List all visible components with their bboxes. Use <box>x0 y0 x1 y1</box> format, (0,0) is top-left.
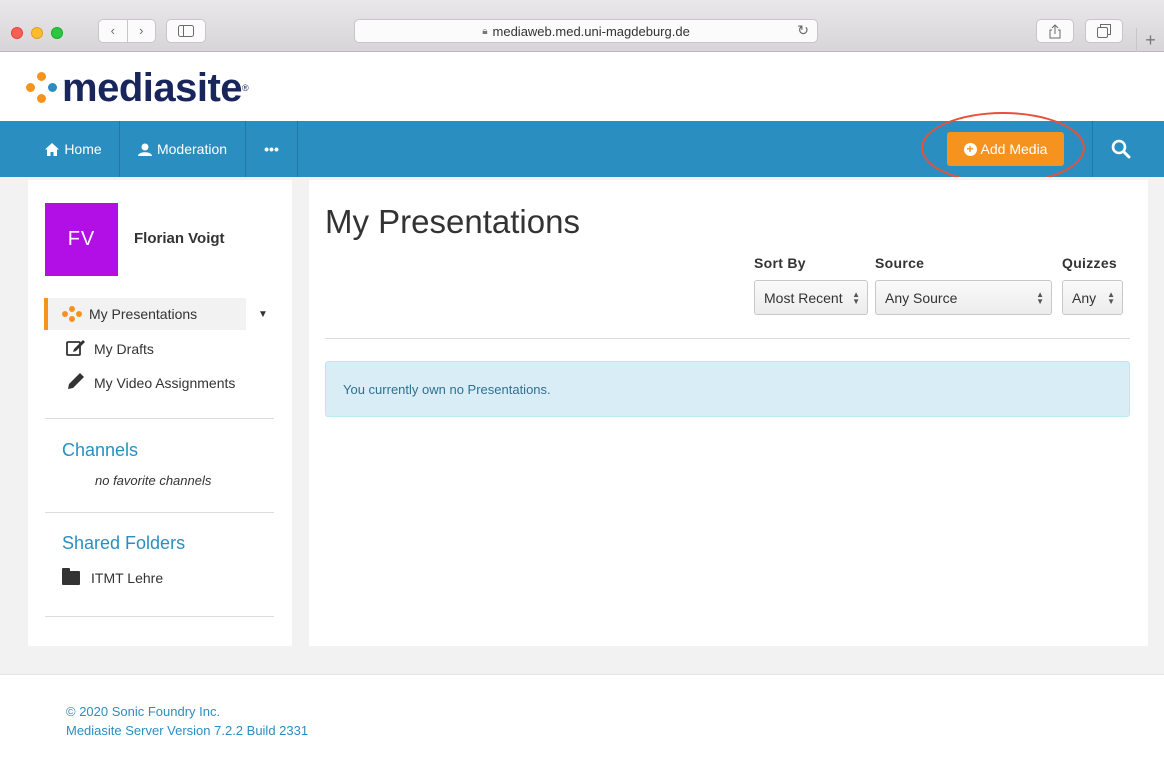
nav-more-button[interactable]: ••• <box>246 121 298 177</box>
sidebar-item-label: My Video Assignments <box>94 375 236 391</box>
nav-moderation[interactable]: Moderation <box>120 121 246 177</box>
search-button[interactable] <box>1092 121 1148 177</box>
mediasite-logo[interactable]: mediasite ® <box>26 66 249 110</box>
sidebar-item-my-video-assignments[interactable]: My Video Assignments <box>66 371 236 396</box>
source-value: Any Source <box>885 289 958 306</box>
alert-text: You currently own no Presentations. <box>343 381 551 397</box>
shared-folders-heading[interactable]: Shared Folders <box>62 533 185 554</box>
chevron-down-icon[interactable]: ▼ <box>258 309 268 320</box>
select-arrows-icon: ▲ ▼ <box>1107 290 1115 306</box>
forward-button[interactable]: › <box>128 20 156 42</box>
user-icon <box>137 143 152 156</box>
share-button[interactable] <box>1036 19 1074 43</box>
mediasite-dots-icon <box>62 306 82 322</box>
sidebar-item-label: My Presentations <box>89 306 198 322</box>
minimize-window-button[interactable] <box>31 27 43 39</box>
address-bar[interactable]: 🔒︎ mediaweb.med.uni-magdeburg.de ↻ <box>354 19 818 43</box>
sort-by-select[interactable]: Most Recent ▲ ▼ <box>754 280 868 315</box>
nav-moderation-label: Moderation <box>156 141 228 157</box>
close-window-button[interactable] <box>11 27 23 39</box>
source-label: Source <box>875 255 925 271</box>
channels-empty-text: no favorite channels <box>95 473 212 488</box>
reload-icon[interactable]: ↻ <box>797 22 809 39</box>
share-icon <box>1049 23 1061 38</box>
nav-home[interactable]: Home <box>28 121 120 177</box>
pencil-icon <box>66 371 94 396</box>
sort-by-label: Sort By <box>754 255 806 271</box>
nav-home-label: Home <box>64 141 102 157</box>
folder-label: ITMT Lehre <box>91 570 164 586</box>
divider <box>325 338 1130 339</box>
highlight-ellipse <box>921 112 1085 184</box>
footer-divider <box>0 674 1164 675</box>
divider <box>45 418 274 419</box>
user-name: Florian Voigt <box>134 230 225 247</box>
show-tabs-button[interactable] <box>1085 19 1123 43</box>
new-tab-button[interactable]: + <box>1136 28 1164 52</box>
sort-by-value: Most Recent <box>764 289 843 306</box>
page-title: My Presentations <box>325 203 580 240</box>
avatar[interactable]: FV <box>45 203 118 276</box>
divider <box>45 616 274 617</box>
quizzes-select[interactable]: Any ▲ ▼ <box>1062 280 1123 315</box>
footer-version: Mediasite Server Version 7.2.2 Build 233… <box>66 723 309 738</box>
quizzes-label: Quizzes <box>1062 255 1118 271</box>
zoom-window-button[interactable] <box>51 27 63 39</box>
home-icon <box>45 142 60 156</box>
search-icon <box>1111 139 1130 159</box>
source-select[interactable]: Any Source ▲ ▼ <box>875 280 1052 315</box>
sidebar-item-my-presentations[interactable]: My Presentations <box>44 298 246 330</box>
tabs-icon <box>1097 24 1111 38</box>
sidebar-item-my-drafts[interactable]: My Drafts <box>66 339 154 359</box>
channels-heading[interactable]: Channels <box>62 440 138 461</box>
logo-text: mediasite <box>62 65 243 110</box>
edit-icon <box>66 338 94 361</box>
sidebar-item-label: My Drafts <box>94 341 154 357</box>
back-button[interactable]: ‹ <box>99 20 127 42</box>
registered-mark: ® <box>242 83 249 93</box>
back-forward-buttons: ‹ › <box>98 19 156 43</box>
footer-copyright[interactable]: © 2020 Sonic Foundry Inc. <box>66 704 220 719</box>
select-arrows-icon: ▲ ▼ <box>1036 290 1044 306</box>
url-text: mediaweb.med.uni-magdeburg.de <box>492 23 690 39</box>
lock-icon: 🔒︎ <box>482 25 488 37</box>
folder-icon <box>62 568 80 585</box>
browser-toolbar: ‹ › 🔒︎ mediaweb.med.uni-magdeburg.de ↻ + <box>0 0 1164 52</box>
sidebar-icon <box>178 25 194 37</box>
select-arrows-icon: ▲ ▼ <box>852 290 860 306</box>
divider <box>45 512 274 513</box>
logo-dots-icon <box>26 72 58 104</box>
quizzes-value: Any <box>1072 289 1097 306</box>
show-sidebar-button[interactable] <box>166 19 206 43</box>
empty-presentations-alert: You currently own no Presentations. <box>325 361 1130 417</box>
shared-folder-itmt-lehre[interactable]: ITMT Lehre <box>62 568 164 586</box>
